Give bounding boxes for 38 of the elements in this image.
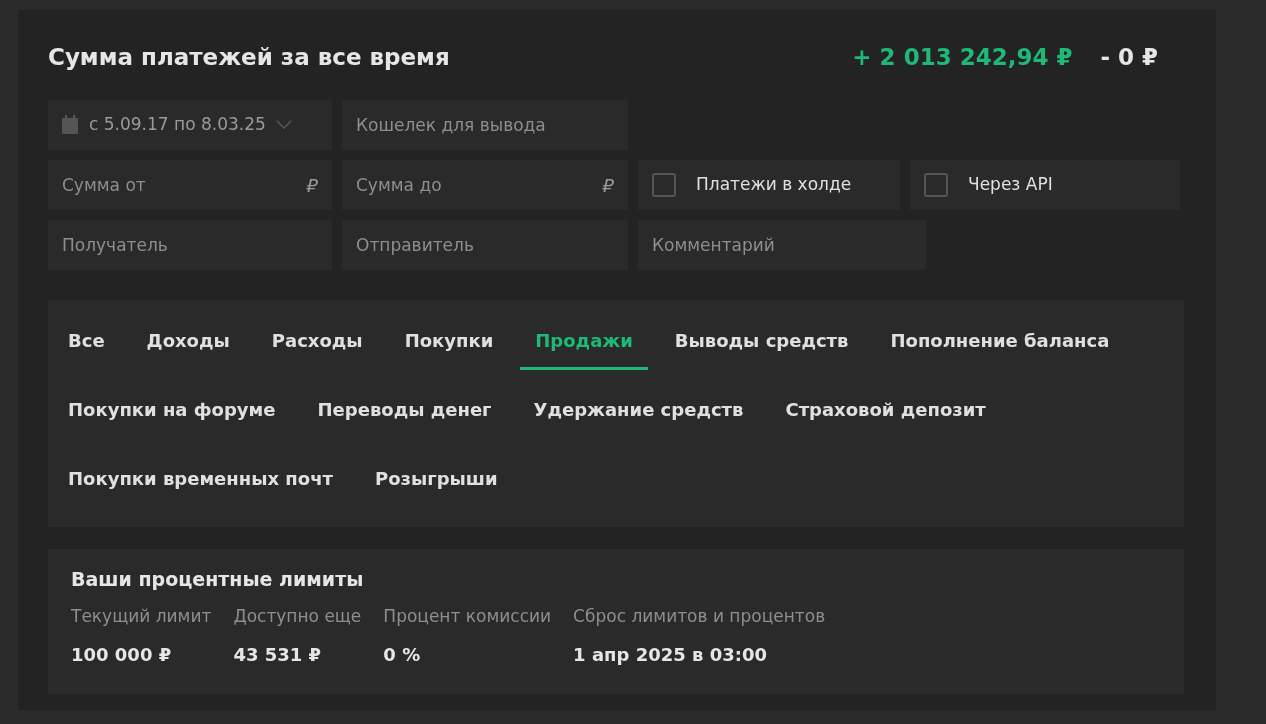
limits-title: Ваши процентные лимиты [71,567,365,592]
filter-tab[interactable]: Доходы [131,310,245,370]
checkbox-option[interactable]: Платежи в холде [638,160,900,210]
filter-tab[interactable]: Покупки [389,310,509,370]
expense-total: - 0 ₽ [1100,42,1158,72]
limit-value: 0 % [383,643,422,667]
input-field[interactable]: Кошелек для вывода [342,100,628,150]
checkbox-option[interactable]: Через API [910,160,1180,210]
limit-label: Процент комиссии [383,604,552,628]
income-total: + 2 013 242,94 ₽ [852,42,1073,72]
currency-sign: ₽ [602,174,614,198]
checkbox[interactable] [924,173,948,197]
filter-tab[interactable]: Страховой депозит [770,379,1001,439]
filter-tab[interactable]: Покупки на форуме [53,379,291,439]
filter-tab[interactable]: Выводы средств [659,310,864,370]
checkbox[interactable] [652,173,676,197]
currency-sign: ₽ [306,174,318,198]
filter-tab[interactable]: Переводы денег [302,379,507,439]
filter-tab[interactable]: Продажи [520,310,648,370]
input-field[interactable]: Отправитель [342,220,628,270]
limit-label: Сброс лимитов и процентов [573,604,826,628]
calendar-icon [61,115,79,135]
limit-label: Доступно еще [233,604,362,628]
limit-value: 1 апр 2025 в 03:00 [573,643,768,667]
limit-value: 43 531 ₽ [233,643,323,667]
page-title: Сумма платежей за все время [48,42,450,72]
filter-tab[interactable]: Удержание средств [518,379,759,439]
limit-label: Текущий лимит [71,604,212,628]
input-field[interactable]: Комментарий [638,220,926,270]
filter-tab[interactable]: Покупки временных почт [53,448,348,508]
filter-tab[interactable]: Пополнение баланса [875,310,1125,370]
chevron-down-icon [275,120,292,130]
filter-tab[interactable]: Все [53,310,120,370]
input-field[interactable]: Получатель [48,220,332,270]
filter-tab[interactable]: Розыгрыши [359,448,513,508]
filter-tab[interactable]: Расходы [256,310,378,370]
date-range-picker[interactable]: с 5.09.17 по 8.03.25 [48,100,332,150]
limit-value: 100 000 ₽ [71,643,173,667]
